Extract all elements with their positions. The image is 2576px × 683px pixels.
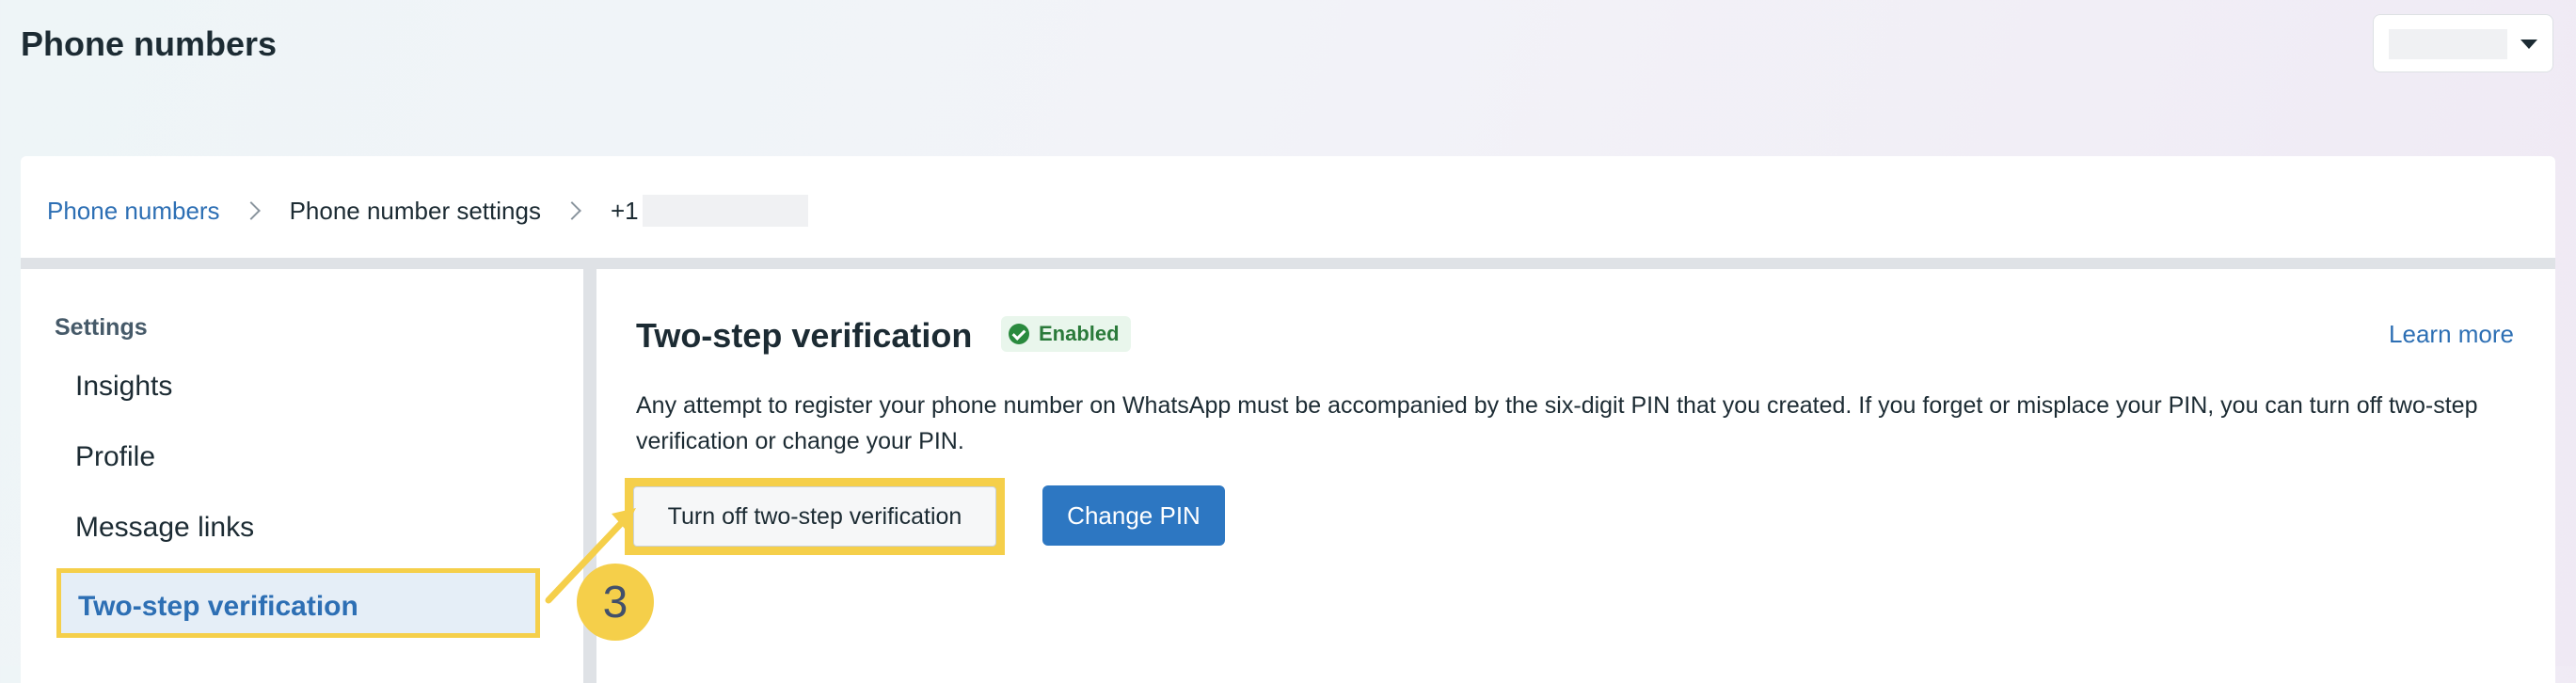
turn-off-two-step-button[interactable]: Turn off two-step verification bbox=[633, 486, 996, 547]
sidebar-heading: Settings bbox=[55, 314, 148, 341]
breadcrumb: Phone numbers Phone number settings +1 bbox=[47, 192, 808, 230]
breadcrumb-phone-number: +1 bbox=[611, 195, 808, 227]
phone-country-code: +1 bbox=[610, 196, 639, 225]
check-circle-icon bbox=[1009, 324, 1029, 344]
section-title: Two-step verification bbox=[636, 316, 973, 355]
page-title: Phone numbers bbox=[21, 24, 278, 63]
sidebar-item-message-links[interactable]: Message links bbox=[75, 512, 254, 544]
chevron-right-icon bbox=[241, 201, 261, 220]
sidebar-item-two-step-verification[interactable]: Two-step verification bbox=[56, 568, 540, 638]
caret-down-icon bbox=[2520, 40, 2537, 49]
turn-off-button-highlight: Turn off two-step verification bbox=[625, 478, 1005, 555]
step-number-marker: 3 bbox=[577, 564, 654, 641]
sidebar-item-insights[interactable]: Insights bbox=[75, 371, 172, 403]
redacted-account-name bbox=[2389, 29, 2507, 59]
redacted-phone-number bbox=[642, 195, 808, 227]
account-selector-dropdown[interactable] bbox=[2373, 14, 2553, 72]
change-pin-button[interactable]: Change PIN bbox=[1042, 485, 1225, 546]
sidebar-item-profile[interactable]: Profile bbox=[75, 441, 155, 473]
status-badge: Enabled bbox=[1001, 316, 1131, 352]
header-divider bbox=[21, 258, 2555, 269]
breadcrumb-phone-numbers[interactable]: Phone numbers bbox=[47, 197, 220, 226]
section-description: Any attempt to register your phone numbe… bbox=[636, 392, 2478, 454]
learn-more-link[interactable]: Learn more bbox=[2389, 320, 2514, 349]
two-step-verification-panel: Two-step verification Enabled Learn more… bbox=[596, 269, 2555, 683]
sidebar-item-label: Two-step verification bbox=[78, 591, 358, 622]
breadcrumb-phone-number-settings[interactable]: Phone number settings bbox=[290, 197, 541, 226]
status-badge-label: Enabled bbox=[1039, 322, 1120, 345]
chevron-right-icon bbox=[563, 201, 581, 220]
